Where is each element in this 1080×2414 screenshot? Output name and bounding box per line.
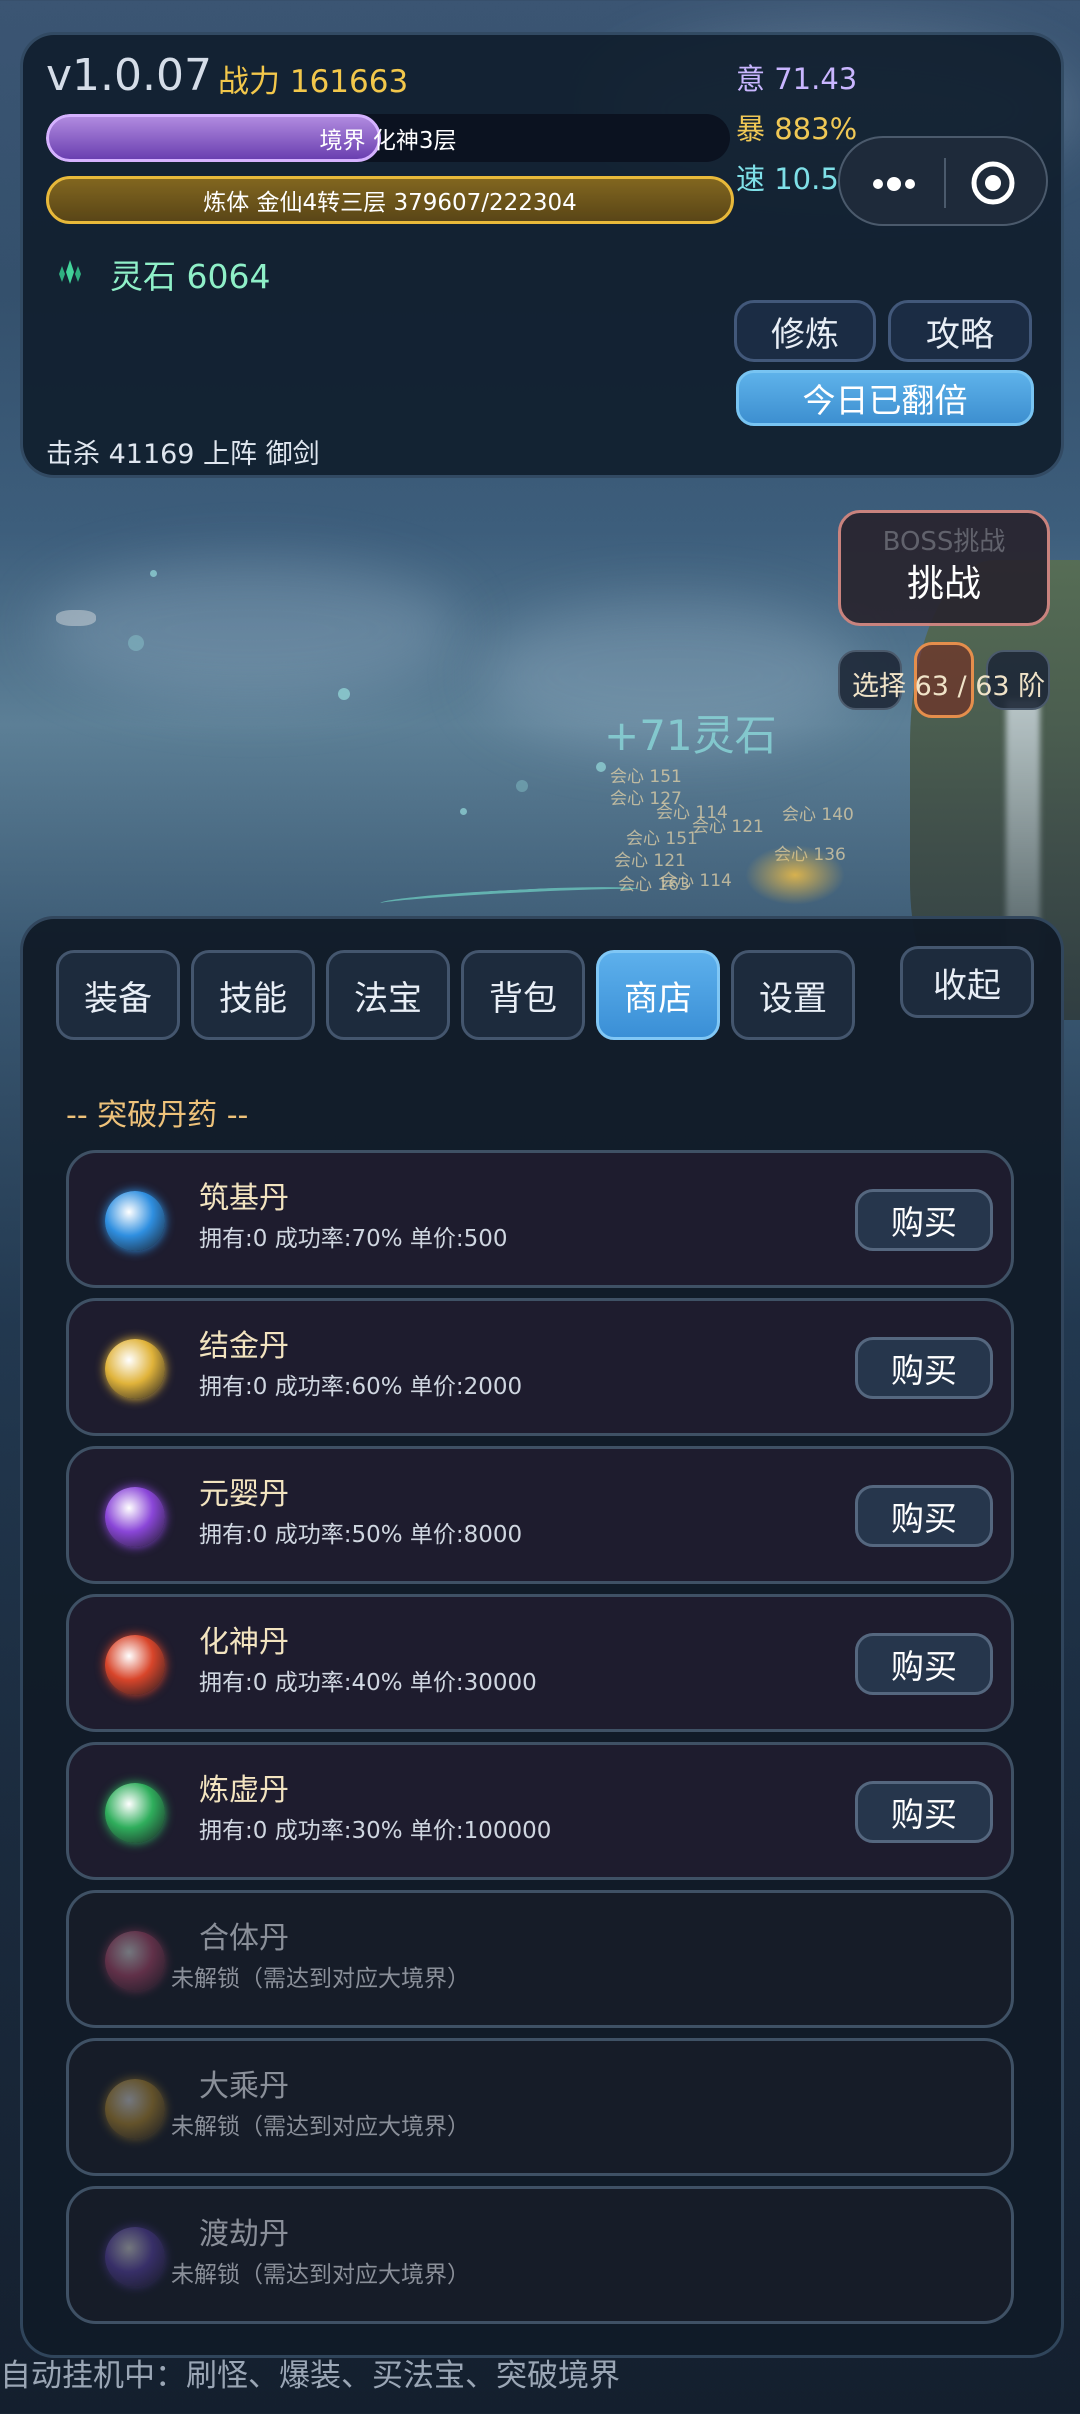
auto-status-text: 自动挂机中：刷怪、爆装、买法宝、突破境界	[0, 2358, 620, 2394]
tab-shop[interactable]: 商店	[596, 950, 720, 1040]
shop-item-row: 渡劫丹未解锁（需达到对应大境界）	[66, 2186, 1014, 2324]
body-tempering-label: 炼体 金仙4转三层 379607/222304	[203, 190, 577, 216]
shop-item-name: 渡劫丹	[199, 2217, 289, 2252]
shop-item-name: 元婴丹	[199, 1477, 289, 1512]
more-dots-icon[interactable]	[868, 162, 920, 206]
gold-lotus-pill-icon	[105, 2079, 165, 2139]
green-swirl-pill-icon	[105, 1783, 165, 1843]
tab-skills[interactable]: 技能	[191, 950, 315, 1040]
shop-item-row: 筑基丹拥有:0 成功率:70% 单价:500 购买	[66, 1150, 1014, 1288]
shop-item-row: 结金丹拥有:0 成功率:60% 单价:2000 购买	[66, 1298, 1014, 1436]
spirit-particle	[338, 688, 350, 700]
yin-yang-pill-icon	[105, 1191, 165, 1251]
dropped-loot	[745, 845, 845, 905]
tab-treasures[interactable]: 法宝	[326, 950, 450, 1040]
realm-label: 境界 化神3层	[319, 128, 457, 154]
spirit-particle	[516, 780, 528, 792]
shop-item-row: 化神丹拥有:0 成功率:40% 单价:30000 购买	[66, 1594, 1014, 1732]
damage-popup: 会心 121	[614, 851, 686, 871]
boss-challenge-label: 挑战	[907, 562, 981, 605]
spirit-particle	[596, 762, 606, 772]
realm-progress-bar: 境界 化神3层	[46, 114, 730, 162]
shop-item-desc: 拥有:0 成功率:50% 单价:8000	[199, 1522, 523, 1548]
buy-button[interactable]: 购买	[855, 1337, 993, 1399]
shop-item-row: 元婴丹拥有:0 成功率:50% 单价:8000 购买	[66, 1446, 1014, 1584]
lightning-pill-icon	[105, 2227, 165, 2287]
shop-item-desc: 未解锁（需达到对应大境界）	[171, 2114, 470, 2140]
boss-challenge-button[interactable]: BOSS挑战 挑战	[838, 510, 1050, 626]
tab-equipment[interactable]: 装备	[56, 950, 180, 1040]
sword-streak	[379, 883, 641, 910]
buy-button[interactable]: 购买	[855, 1189, 993, 1251]
spirit-particle	[150, 570, 157, 577]
shop-item-name: 大乘丹	[199, 2069, 289, 2104]
spirit-particle	[128, 635, 144, 651]
spirit-particle	[56, 610, 96, 626]
version-label: v1.0.07	[46, 50, 212, 101]
guide-button[interactable]: 攻略	[888, 300, 1032, 362]
daily-doubled-button[interactable]: 今日已翻倍	[736, 370, 1034, 426]
shop-item-desc: 拥有:0 成功率:30% 单价:100000	[199, 1818, 552, 1844]
tab-settings[interactable]: 设置	[731, 950, 855, 1040]
kill-count: 击杀 41169 上阵 御剑	[46, 439, 320, 470]
buy-button[interactable]: 购买	[855, 1781, 993, 1843]
tab-backpack[interactable]: 背包	[461, 950, 585, 1040]
shop-item-name: 炼虚丹	[199, 1773, 289, 1808]
stat-intent: 意 71.43	[736, 62, 858, 96]
spirit-particle	[460, 808, 467, 815]
buy-button[interactable]: 购买	[855, 1633, 993, 1695]
stat-crit: 暴 883%	[736, 112, 858, 146]
fire-dragon-pill-icon	[105, 1635, 165, 1695]
spirit-crystal-icon	[56, 258, 84, 290]
purple-pill-icon	[105, 1487, 165, 1547]
golden-pill-icon	[105, 1339, 165, 1399]
stage-select-label: 选择 63 / 63 阶	[852, 671, 1046, 702]
cultivate-button[interactable]: 修炼	[734, 300, 876, 362]
shop-item-desc: 未解锁（需达到对应大境界）	[171, 2262, 470, 2288]
shop-item-name: 合体丹	[199, 1921, 289, 1956]
shop-item-name: 结金丹	[199, 1329, 289, 1364]
shop-item-row: 大乘丹未解锁（需达到对应大境界）	[66, 2038, 1014, 2176]
damage-popup: 会心 140	[782, 805, 854, 825]
spirit-stone-amount: 灵石 6064	[110, 257, 271, 296]
shop-item-desc: 拥有:0 成功率:70% 单价:500	[199, 1226, 508, 1252]
shop-item-desc: 未解锁（需达到对应大境界）	[171, 1966, 470, 1992]
damage-popup: 会心 121	[692, 817, 764, 837]
mini-program-capsule[interactable]	[838, 136, 1048, 226]
spirit-stone-counter: 灵石 6064	[56, 250, 270, 298]
combat-power: 战力 161663	[218, 64, 409, 100]
shop-item-row: 炼虚丹拥有:0 成功率:30% 单价:100000 购买	[66, 1742, 1014, 1880]
shop-item-name: 化神丹	[199, 1625, 289, 1660]
collapse-button[interactable]: 收起	[900, 946, 1034, 1018]
background-cloud	[40, 560, 460, 700]
capsule-divider	[944, 158, 946, 208]
buy-button[interactable]: 购买	[855, 1485, 993, 1547]
section-title: -- 突破丹药 --	[66, 1098, 249, 1133]
target-circle-icon[interactable]	[970, 160, 1016, 210]
shop-item-row: 合体丹未解锁（需达到对应大境界）	[66, 1890, 1014, 2028]
pink-yin-yang-pill-icon	[105, 1931, 165, 1991]
spirit-stone-gain-popup: +71灵石	[604, 711, 777, 760]
shop-item-desc: 拥有:0 成功率:60% 单价:2000	[199, 1374, 523, 1400]
body-tempering-bar: 炼体 金仙4转三层 379607/222304	[46, 176, 734, 224]
shop-item-name: 筑基丹	[199, 1181, 289, 1216]
shop-item-desc: 拥有:0 成功率:40% 单价:30000	[199, 1670, 537, 1696]
